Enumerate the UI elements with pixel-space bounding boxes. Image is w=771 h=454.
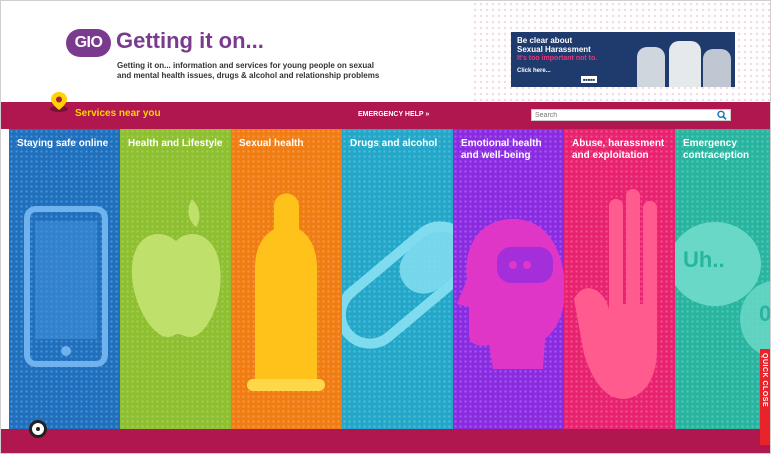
category-sexual-health[interactable]: Sexual health [231, 129, 342, 429]
banner-text: Be clear about Sexual Harassment It's to… [517, 36, 632, 74]
banner-cta[interactable]: Click here... [517, 68, 632, 74]
category-abuse-harassment[interactable]: Abuse, harassment and exploitation [564, 129, 675, 429]
services-near-you-link[interactable]: Services near you [75, 108, 161, 119]
quick-close-button[interactable]: QUICK CLOSE [760, 349, 770, 445]
banner-line-1: Be clear about [517, 36, 573, 45]
banner-photo [633, 38, 733, 87]
banner-brand-logo: ■■■■■ [581, 76, 598, 83]
category-label: Staying safe online [17, 138, 109, 149]
category-label: Emotional health and well-being [461, 138, 542, 161]
tagline-line-1: Getting it on... information and service… [117, 61, 374, 70]
category-health-and-lifestyle[interactable]: Health and Lifestyle [120, 129, 231, 429]
quick-close-label: QUICK CLOSE [761, 353, 768, 408]
speech-bubble-number: 0 [759, 301, 771, 326]
category-label: Drugs and alcohol [350, 138, 438, 149]
accessibility-icon[interactable] [29, 420, 47, 438]
gio-logo[interactable]: GIO [66, 29, 111, 57]
emergency-help-link[interactable]: EMERGENCY HELP » [358, 111, 429, 118]
condom-icon [247, 193, 325, 391]
category-grid: Staying safe online Health and Lifestyle… [1, 129, 771, 429]
site-tagline: Getting it on... information and service… [117, 61, 437, 81]
category-label: Sexual health [239, 138, 304, 149]
search-icon[interactable] [716, 110, 728, 120]
site-header: GIO Getting it on... Getting it on... in… [1, 1, 770, 102]
category-label: Abuse, harassment and exploitation [572, 138, 665, 161]
search-box [531, 109, 731, 121]
banner-line-3: It's too important not to. [517, 55, 598, 62]
category-label: Emergency contraception [683, 138, 750, 161]
footer-bar [1, 429, 770, 453]
page: GIO Getting it on... Getting it on... in… [0, 0, 771, 454]
category-staying-safe-online[interactable]: Staying safe online [9, 129, 120, 429]
site-title[interactable]: Getting it on... [116, 28, 264, 54]
speech-bubble-text: Uh.. [683, 247, 725, 272]
pill-icon [342, 221, 453, 349]
category-drugs-and-alcohol[interactable]: Drugs and alcohol [342, 129, 453, 429]
tagline-line-2: and mental health issues, drugs & alcoho… [117, 71, 380, 80]
apple-icon [131, 199, 221, 338]
location-pin-icon[interactable] [49, 91, 69, 113]
category-emotional-health[interactable]: Emotional health and well-being [453, 129, 564, 429]
category-label: Health and Lifestyle [128, 138, 223, 149]
banner-line-2: Sexual Harassment [517, 45, 591, 54]
sexual-harassment-banner[interactable]: Be clear about Sexual Harassment It's to… [511, 32, 735, 87]
hand-icon [574, 189, 657, 399]
search-input[interactable] [535, 110, 705, 120]
phone-icon [24, 206, 108, 367]
category-emergency-contraception[interactable]: Uh.. 0 Emergency contraception [675, 129, 771, 429]
head-icon [457, 219, 564, 369]
speech-bubble-icon [675, 222, 770, 357]
